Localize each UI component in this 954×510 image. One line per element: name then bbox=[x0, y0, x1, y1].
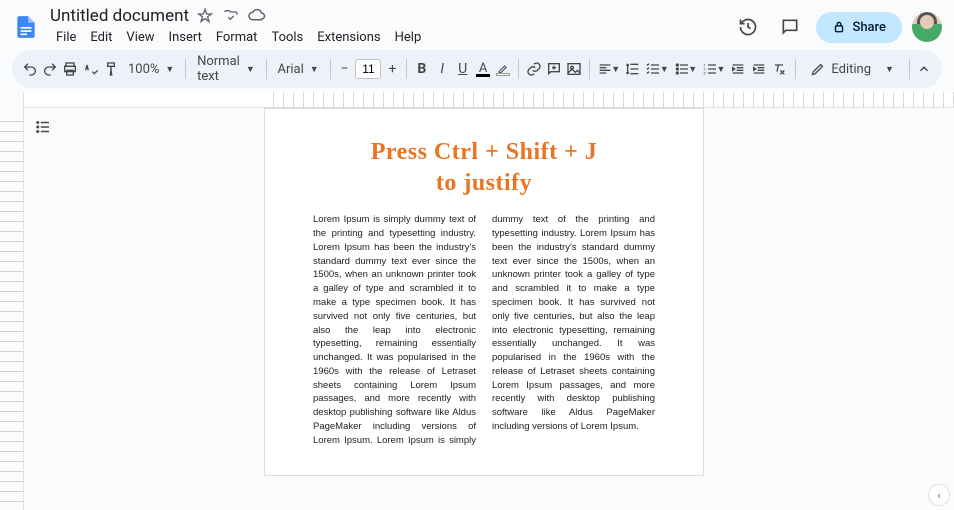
share-label: Share bbox=[852, 20, 886, 35]
numbered-dropdown[interactable]: ▼ bbox=[717, 64, 726, 75]
docs-logo[interactable] bbox=[12, 10, 40, 44]
line-spacing-button[interactable] bbox=[623, 56, 642, 82]
move-icon[interactable] bbox=[221, 6, 241, 26]
font-size-plus[interactable]: + bbox=[383, 59, 401, 79]
horizontal-ruler bbox=[24, 92, 954, 108]
menu-file[interactable]: File bbox=[50, 27, 82, 48]
app-header: Untitled document File Edit View Insert … bbox=[0, 0, 954, 50]
underline-button[interactable]: U bbox=[453, 56, 472, 82]
share-button[interactable]: Share bbox=[816, 12, 902, 43]
text-color-button[interactable]: A bbox=[473, 56, 492, 82]
menu-edit[interactable]: Edit bbox=[84, 27, 118, 48]
toolbar: 100%▼ Normal text▼ Arial▼ − + B I U A ▼ … bbox=[12, 50, 942, 88]
comments-icon[interactable] bbox=[774, 11, 806, 43]
menu-help[interactable]: Help bbox=[389, 27, 428, 48]
history-icon[interactable] bbox=[732, 11, 764, 43]
menu-extensions[interactable]: Extensions bbox=[311, 27, 386, 48]
undo-button[interactable] bbox=[20, 56, 39, 82]
insert-comment-button[interactable] bbox=[544, 56, 563, 82]
menu-tools[interactable]: Tools bbox=[265, 27, 309, 48]
vertical-ruler bbox=[0, 92, 24, 510]
collapse-toolbar-button[interactable] bbox=[915, 56, 934, 82]
indent-button[interactable] bbox=[749, 56, 768, 82]
workspace: Press Ctrl + Shift + J to justify Lorem … bbox=[0, 92, 954, 510]
clear-formatting-button[interactable] bbox=[769, 56, 788, 82]
paragraph-style-select[interactable]: Normal text▼ bbox=[191, 56, 261, 82]
editing-mode-select[interactable]: Editing ▼ bbox=[800, 58, 904, 81]
star-icon[interactable] bbox=[195, 6, 215, 26]
paint-format-button[interactable] bbox=[102, 56, 121, 82]
explore-button[interactable]: ‹ bbox=[928, 484, 950, 506]
title-area: Untitled document File Edit View Insert … bbox=[48, 6, 724, 48]
menu-insert[interactable]: Insert bbox=[163, 27, 208, 48]
font-size-input[interactable] bbox=[355, 59, 381, 79]
svg-text:3: 3 bbox=[703, 70, 705, 75]
document-page[interactable]: Press Ctrl + Shift + J to justify Lorem … bbox=[264, 108, 704, 476]
menu-format[interactable]: Format bbox=[210, 27, 264, 48]
outline-toggle-button[interactable] bbox=[30, 114, 56, 140]
font-size-minus[interactable]: − bbox=[335, 59, 353, 79]
menu-view[interactable]: View bbox=[120, 27, 160, 48]
bullet-dropdown[interactable]: ▼ bbox=[688, 64, 697, 75]
document-title[interactable]: Untitled document bbox=[50, 6, 189, 26]
zoom-select[interactable]: 100%▼ bbox=[122, 56, 180, 82]
bold-button[interactable]: B bbox=[412, 56, 431, 82]
align-dropdown[interactable]: ▼ bbox=[611, 64, 620, 75]
body-text[interactable]: Lorem Ipsum is simply dummy text of the … bbox=[313, 213, 655, 447]
font-size-control: − + bbox=[335, 59, 401, 79]
checklist-dropdown[interactable]: ▼ bbox=[660, 64, 669, 75]
menubar: File Edit View Insert Format Tools Exten… bbox=[48, 26, 724, 48]
italic-button[interactable]: I bbox=[433, 56, 452, 82]
font-select[interactable]: Arial▼ bbox=[271, 56, 324, 82]
spellcheck-button[interactable] bbox=[81, 56, 100, 82]
cloud-icon[interactable] bbox=[247, 6, 267, 26]
redo-button[interactable] bbox=[40, 56, 59, 82]
insert-link-button[interactable] bbox=[524, 56, 543, 82]
outdent-button[interactable] bbox=[728, 56, 747, 82]
highlight-color-button[interactable] bbox=[494, 56, 513, 82]
print-button[interactable] bbox=[61, 56, 80, 82]
heading-annotation: Press Ctrl + Shift + J to justify bbox=[313, 137, 655, 199]
insert-image-button[interactable] bbox=[565, 56, 584, 82]
avatar[interactable] bbox=[912, 12, 942, 42]
